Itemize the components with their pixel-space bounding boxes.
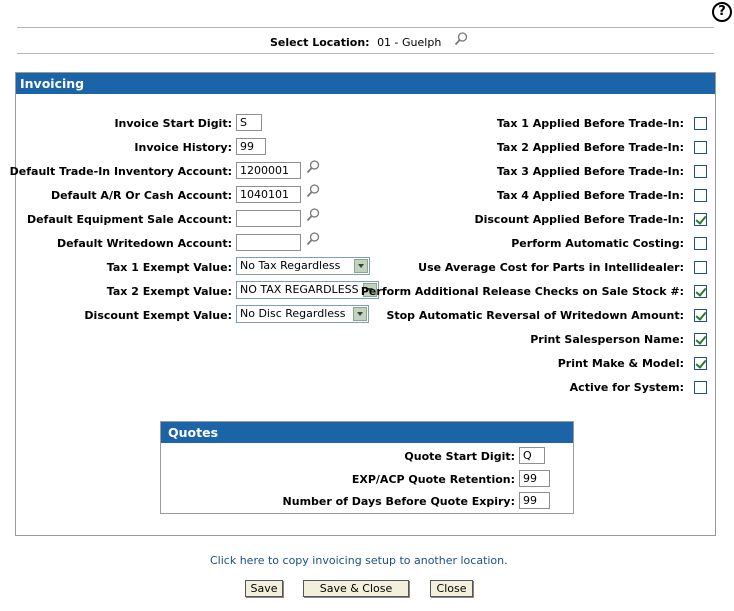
discount-before-tradein-checkbox[interactable] xyxy=(694,213,707,226)
quote-retention-input[interactable]: 99 xyxy=(519,470,550,487)
discount-exempt-value: No Disc Regardless xyxy=(240,307,346,320)
copy-setup-link[interactable]: Click here to copy invoicing setup to an… xyxy=(210,554,508,567)
active-for-system-checkbox[interactable] xyxy=(694,381,707,394)
tax2-before-tradein-checkbox[interactable] xyxy=(694,141,707,154)
release-checks-label: Perform Additional Release Checks on Sal… xyxy=(360,285,684,298)
tax4-before-tradein-label: Tax 4 Applied Before Trade-In: xyxy=(496,189,684,202)
location-selector: Select Location: 01 - Guelph xyxy=(270,32,469,49)
tax2-exempt-label: Tax 2 Exempt Value: xyxy=(106,285,232,298)
help-icon[interactable]: ? xyxy=(712,2,732,22)
discount-before-tradein-label: Discount Applied Before Trade-In: xyxy=(474,213,684,226)
tax1-before-tradein-label: Tax 1 Applied Before Trade-In: xyxy=(496,117,684,130)
chevron-down-icon[interactable] xyxy=(354,259,368,273)
invoice-start-digit-label: Invoice Start Digit: xyxy=(114,117,232,130)
print-salesperson-label: Print Salesperson Name: xyxy=(530,333,684,346)
default-writedown-account-input[interactable] xyxy=(236,234,301,251)
discount-exempt-select[interactable]: No Disc Regardless xyxy=(236,305,369,323)
average-cost-parts-label: Use Average Cost for Parts in Intellidea… xyxy=(418,261,684,274)
tax3-before-tradein-label: Tax 3 Applied Before Trade-In: xyxy=(496,165,684,178)
tax2-before-tradein-label: Tax 2 Applied Before Trade-In: xyxy=(496,141,684,154)
tax1-before-tradein-checkbox[interactable] xyxy=(694,117,707,130)
print-make-model-checkbox[interactable] xyxy=(694,357,707,370)
tradein-account-search-icon[interactable] xyxy=(305,159,321,175)
default-tradein-account-label: Default Trade-In Inventory Account: xyxy=(9,165,232,178)
quote-expiry-days-input[interactable]: 99 xyxy=(519,492,550,509)
invoice-start-digit-input[interactable]: S xyxy=(236,114,262,131)
location-divider xyxy=(17,53,714,54)
tax2-exempt-select[interactable]: NO TAX REGARDLESS xyxy=(236,281,379,299)
stop-writedown-reversal-label: Stop Automatic Reversal of Writedown Amo… xyxy=(386,309,684,322)
tax1-exempt-select[interactable]: No Tax Regardless xyxy=(236,257,370,275)
save-button[interactable]: Save xyxy=(245,580,283,597)
quotes-title: Quotes xyxy=(161,422,573,443)
automatic-costing-checkbox[interactable] xyxy=(694,237,707,250)
active-for-system-label: Active for System: xyxy=(569,381,684,394)
tax1-exempt-label: Tax 1 Exempt Value: xyxy=(106,261,232,274)
print-make-model-label: Print Make & Model: xyxy=(557,357,684,370)
equipment-sale-account-search-icon[interactable] xyxy=(305,207,321,223)
save-close-button[interactable]: Save & Close xyxy=(303,580,409,597)
quote-expiry-days-label: Number of Days Before Quote Expiry: xyxy=(282,495,515,508)
tax3-before-tradein-checkbox[interactable] xyxy=(694,165,707,178)
chevron-down-icon[interactable] xyxy=(353,307,367,321)
default-equipment-sale-account-input[interactable] xyxy=(236,210,301,227)
default-writedown-account-label: Default Writedown Account: xyxy=(56,237,232,250)
ar-cash-account-search-icon[interactable] xyxy=(305,183,321,199)
location-label: Select Location: xyxy=(270,36,370,49)
close-button[interactable]: Close xyxy=(430,580,473,597)
release-checks-checkbox[interactable] xyxy=(694,285,707,298)
tax1-exempt-value: No Tax Regardless xyxy=(240,259,341,272)
stop-writedown-reversal-checkbox[interactable] xyxy=(694,309,707,322)
default-ar-cash-account-label: Default A/R Or Cash Account: xyxy=(50,189,232,202)
quote-retention-label: EXP/ACP Quote Retention: xyxy=(351,473,515,486)
automatic-costing-label: Perform Automatic Costing: xyxy=(511,237,684,250)
print-salesperson-checkbox[interactable] xyxy=(694,333,707,346)
average-cost-parts-checkbox[interactable] xyxy=(694,261,707,274)
default-ar-cash-account-input[interactable]: 1040101 xyxy=(236,186,301,203)
quote-start-digit-label: Quote Start Digit: xyxy=(404,450,515,463)
tax2-exempt-value: NO TAX REGARDLESS xyxy=(240,283,359,296)
location-search-icon[interactable] xyxy=(453,31,469,47)
discount-exempt-label: Discount Exempt Value: xyxy=(84,309,232,322)
copy-setup-link-wrap: Click here to copy invoicing setup to an… xyxy=(210,554,508,567)
default-tradein-account-input[interactable]: 1200001 xyxy=(236,162,301,179)
location-value: 01 - Guelph xyxy=(377,36,442,49)
tax4-before-tradein-checkbox[interactable] xyxy=(694,189,707,202)
default-equipment-sale-account-label: Default Equipment Sale Account: xyxy=(26,213,232,226)
quote-start-digit-input[interactable]: Q xyxy=(519,447,545,464)
writedown-account-search-icon[interactable] xyxy=(305,231,321,247)
invoicing-title: Invoicing xyxy=(16,73,715,94)
top-divider xyxy=(17,27,714,28)
invoice-history-label: Invoice History: xyxy=(134,141,232,154)
invoice-history-input[interactable]: 99 xyxy=(236,138,266,155)
